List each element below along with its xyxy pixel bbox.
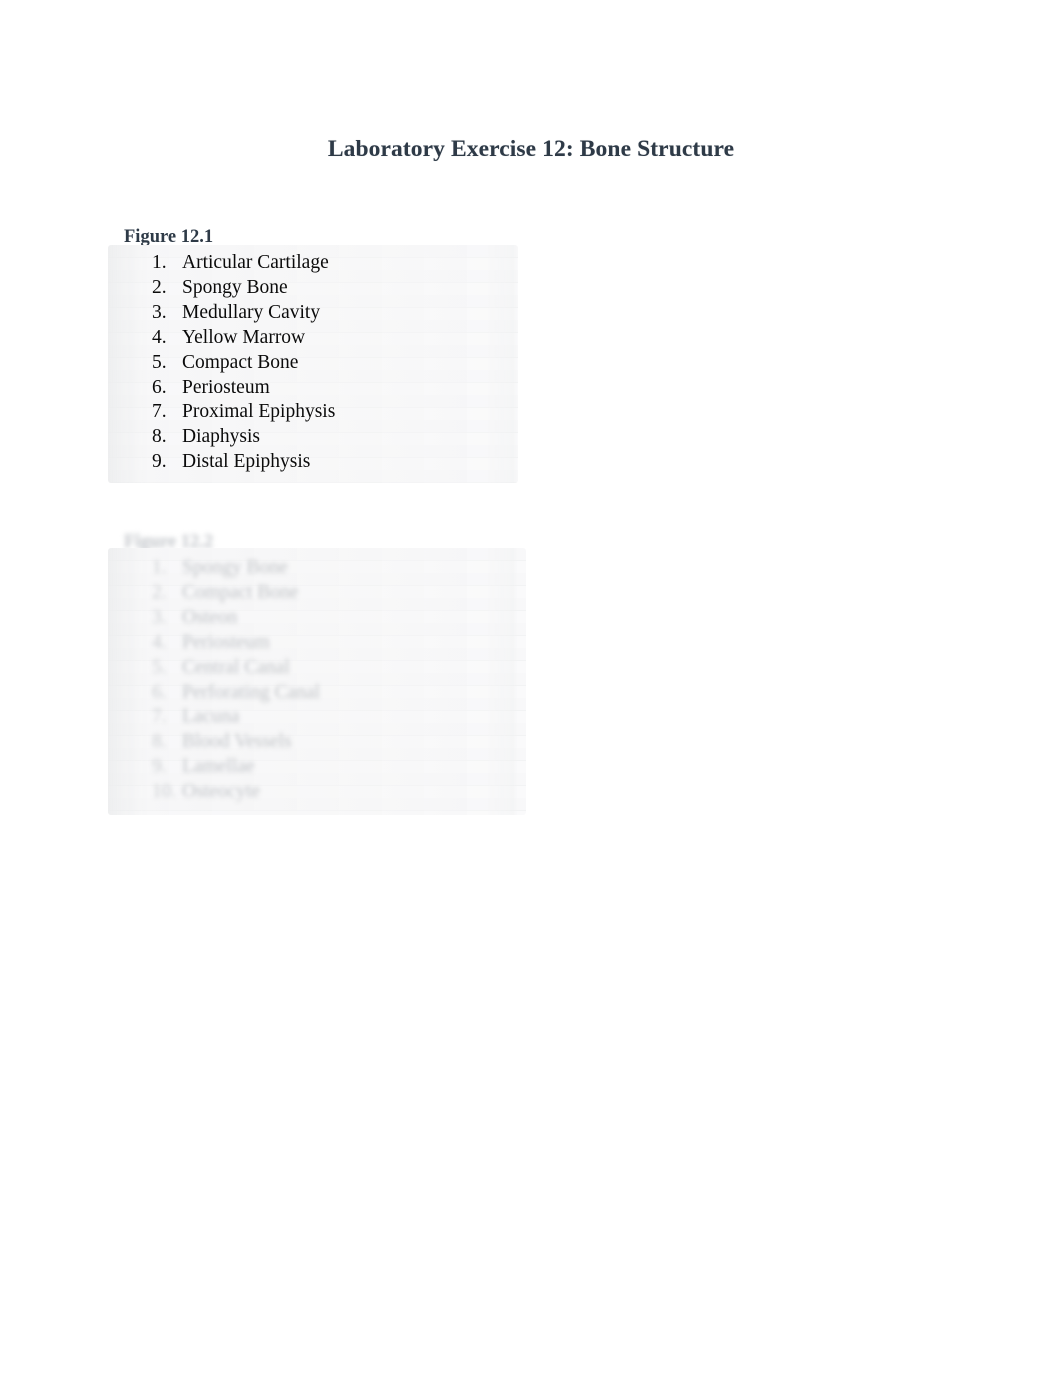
list-item: 2. Compact Bone [108, 581, 526, 606]
figure-12-1-list-block: 1. Articular Cartilage 2. Spongy Bone 3. Medu… [108, 245, 518, 483]
list-item-label: Periosteum [182, 631, 270, 653]
list-item-label: Distal Epiphysis [182, 451, 311, 473]
list-item-label: Osteocyte [182, 781, 260, 803]
list-item: 8. Blood Vessels [108, 730, 526, 755]
list-item: 7. Lacuna [108, 705, 526, 730]
list-item-number: 1. [152, 252, 167, 273]
list-item-label: Compact Bone [182, 581, 299, 603]
list-item-number: 5. [152, 351, 167, 373]
list-item-label: Diaphysis [182, 426, 260, 448]
list-item-label: Blood Vessels [182, 731, 292, 753]
document-page: Laboratory Exercise 12: Bone Structure F… [0, 0, 1062, 1377]
page-title: Laboratory Exercise 12: Bone Structure [327, 135, 735, 162]
list-item-number: 9. [152, 756, 167, 778]
list-item-number: 4. [152, 631, 167, 653]
list-item: 8. Diaphysis [108, 425, 518, 450]
list-item: 2. Spongy Bone [108, 276, 518, 301]
list-item-number: 8. [152, 426, 167, 448]
list-item-label: Medullary Cavity [182, 301, 321, 323]
list-item-label: Proximal Epiphysis [182, 401, 336, 423]
list-item: 1. Spongy Bone [108, 556, 526, 581]
list-item-number: 6. [152, 376, 167, 398]
list-item: 3. Osteon [108, 606, 526, 631]
list-item: 9. Lamellae [108, 755, 526, 780]
list-item-number: 4. [152, 326, 167, 348]
list-item: 6. Periosteum [108, 376, 518, 401]
list-item-number: 7. [152, 706, 167, 728]
list-item-number: 1. [152, 557, 167, 578]
list-item: 3. Medullary Cavity [108, 301, 518, 326]
list-item-label: Spongy Bone [182, 557, 288, 578]
list-item-number: 5. [152, 656, 167, 678]
list-item: 5. Compact Bone [108, 351, 518, 376]
figure-12-2-list-block: 1. Spongy Bone 2. Compact Bone 3. Osteon 4. Per… [108, 548, 526, 815]
list-item-label: Osteon [182, 606, 238, 628]
list-item-label: Yellow Marrow [182, 326, 306, 348]
figure-12-1-item-list: 1. Articular Cartilage 2. Spongy Bone 3. Medu… [108, 251, 518, 475]
list-item: 4. Periosteum [108, 631, 526, 656]
list-item-label: Central Canal [182, 656, 290, 678]
list-item-label: Perforating Canal [182, 681, 321, 703]
list-item-number: 10. [152, 781, 177, 803]
list-item-number: 7. [152, 401, 167, 423]
list-item: 1. Articular Cartilage [108, 251, 518, 276]
figure-12-2-item-list: 1. Spongy Bone 2. Compact Bone 3. Osteon 4. Per… [108, 556, 526, 805]
list-item: 9. Distal Epiphysis [108, 450, 518, 475]
list-item-number: 3. [152, 606, 167, 628]
list-item-label: Articular Cartilage [182, 252, 329, 273]
list-item-label: Lamellae [182, 756, 255, 778]
list-item-label: Lacuna [182, 706, 240, 728]
list-item-label: Spongy Bone [182, 276, 288, 298]
list-item-number: 2. [152, 276, 167, 298]
list-item-number: 9. [152, 451, 167, 473]
list-item-number: 6. [152, 681, 167, 703]
list-item: 4. Yellow Marrow [108, 326, 518, 351]
list-item: 6. Perforating Canal [108, 681, 526, 706]
list-item-number: 8. [152, 731, 167, 753]
list-item: 7. Proximal Epiphysis [108, 400, 518, 425]
list-item-label: Periosteum [182, 376, 270, 398]
list-item-number: 2. [152, 581, 167, 603]
list-item: 10. Osteocyte [108, 780, 526, 805]
list-item-number: 3. [152, 301, 167, 323]
list-item-label: Compact Bone [182, 351, 299, 373]
list-item: 5. Central Canal [108, 656, 526, 681]
